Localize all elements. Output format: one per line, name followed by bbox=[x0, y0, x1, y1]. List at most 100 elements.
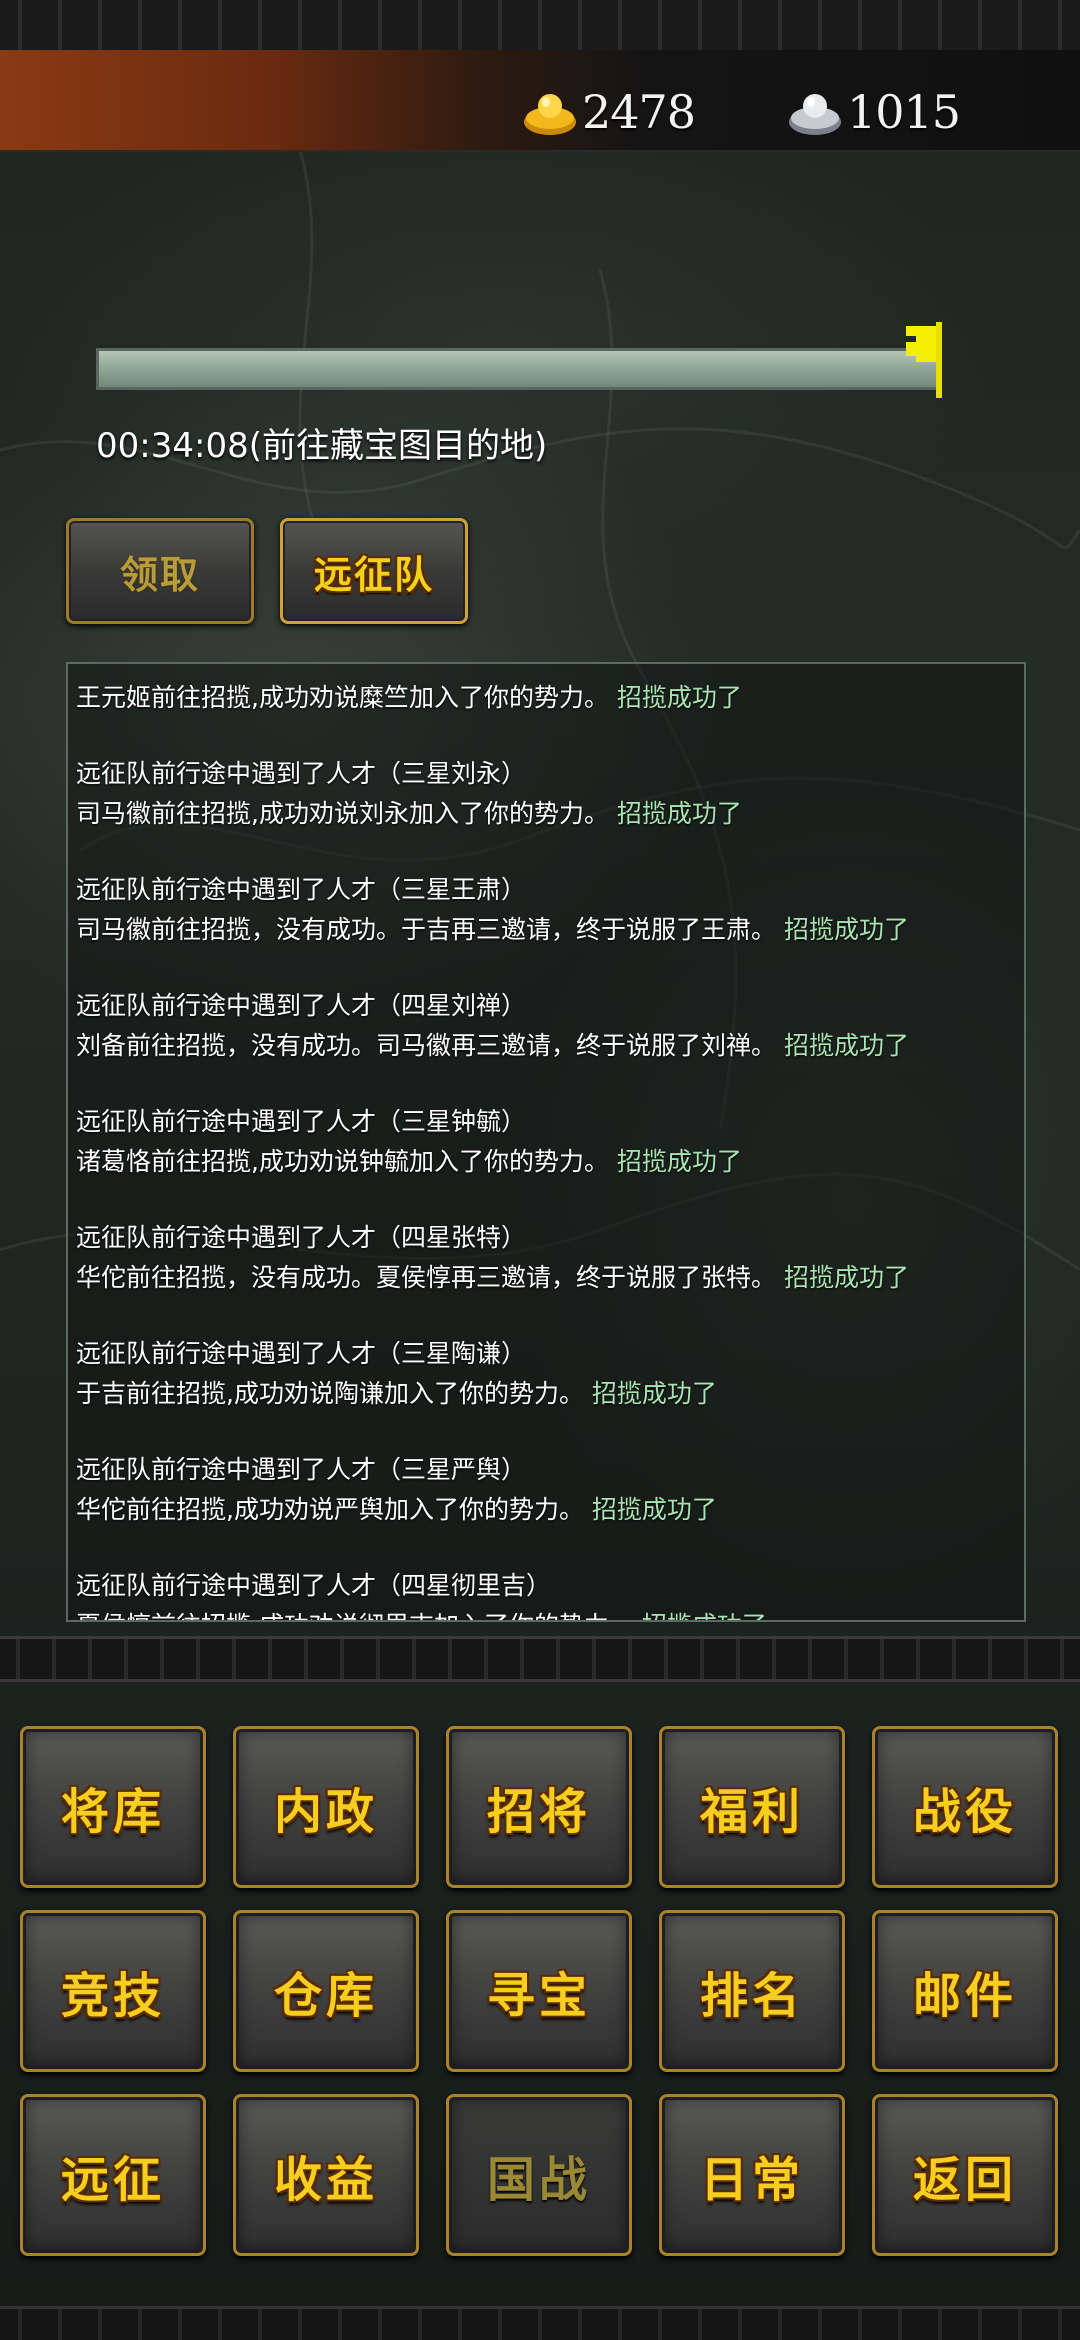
gold-ingot-icon bbox=[524, 94, 576, 135]
log-line-text: 远征队前行途中遇到了人才（四星刘禅） bbox=[76, 991, 527, 1020]
menu-treasure-hunt-button[interactable]: 寻宝 bbox=[446, 1910, 632, 2072]
menu-internal-affairs-button[interactable]: 内政 bbox=[233, 1726, 419, 1888]
log-line-status: 招揽成功了 bbox=[783, 1031, 909, 1060]
log-line: 远征队前行途中遇到了人才（三星钟毓） bbox=[76, 1102, 1024, 1142]
log-line-text: 司马徽前往招揽，没有成功。于吉再三邀请，终于说服了王肃。 bbox=[76, 915, 777, 944]
log-line-text: 于吉前往招揽,成功劝说陶谦加入了你的势力。 bbox=[76, 1379, 584, 1408]
log-line: 司马徽前往招揽，没有成功。于吉再三邀请，终于说服了王肃。 招揽成功了 bbox=[76, 910, 1024, 950]
expedition-progress-bar bbox=[96, 348, 940, 390]
menu-campaign-button[interactable]: 战役 bbox=[872, 1726, 1058, 1888]
log-line-text: 华佗前往招揽，没有成功。夏侯惇再三邀请，终于说服了张特。 bbox=[76, 1263, 777, 1292]
menu-generals-button[interactable]: 将库 bbox=[20, 1726, 206, 1888]
menu-button-label: 内政 bbox=[273, 1784, 378, 1840]
log-line-status: 招揽成功了 bbox=[616, 799, 742, 828]
log-line-text: 夏侯惇前往招揽,成功劝说彻里吉加入了你的势力。 bbox=[76, 1611, 634, 1620]
log-line-text: 华佗前往招揽,成功劝说严舆加入了你的势力。 bbox=[76, 1495, 584, 1524]
log-entry: 远征队前行途中遇到了人才（三星钟毓） 诸葛恪前往招揽,成功劝说钟毓加入了你的势力。… bbox=[76, 1102, 1024, 1182]
log-line-status: 招揽成功了 bbox=[783, 1263, 909, 1292]
silver-amount: 1015 bbox=[847, 85, 961, 139]
log-line-text: 远征队前行途中遇到了人才（四星张特） bbox=[76, 1223, 527, 1252]
log-entry: 远征队前行途中遇到了人才（四星彻里吉） 夏侯惇前往招揽,成功劝说彻里吉加入了你的势… bbox=[76, 1566, 1024, 1620]
log-entry: 远征队前行途中遇到了人才（四星张特） 华佗前往招揽，没有成功。夏侯惇再三邀请，终于… bbox=[76, 1218, 1024, 1298]
expedition-timer-text: 00:34:08(前往藏宝图目的地) bbox=[96, 426, 548, 466]
log-entry: 远征队前行途中遇到了人才（三星严舆） 华佗前往招揽,成功劝说严舆加入了你的势力。 … bbox=[76, 1450, 1024, 1530]
silver-counter: 1015 bbox=[785, 80, 961, 144]
menu-button-label: 远征 bbox=[60, 2152, 165, 2208]
menu-button-label: 寻宝 bbox=[486, 1968, 591, 2024]
bottom-ornament-border bbox=[0, 2306, 1080, 2340]
menu-button-label: 邮件 bbox=[912, 1968, 1017, 2024]
menu-welfare-button[interactable]: 福利 bbox=[659, 1726, 845, 1888]
log-line-status: 招揽成功了 bbox=[616, 1147, 742, 1176]
menu-arena-button[interactable]: 竞技 bbox=[20, 1910, 206, 2072]
menu-button-label: 战役 bbox=[912, 1784, 1017, 1840]
menu-button-label: 日常 bbox=[699, 2152, 804, 2208]
menu-button-label: 竞技 bbox=[60, 1968, 165, 2024]
expedition-team-button-label: 远征队 bbox=[313, 552, 434, 597]
menu-button-label: 福利 bbox=[699, 1784, 804, 1840]
menu-button-label: 返回 bbox=[912, 2152, 1017, 2208]
log-line-text: 远征队前行途中遇到了人才（三星王肃） bbox=[76, 875, 527, 904]
log-line: 诸葛恪前往招揽,成功劝说钟毓加入了你的势力。 招揽成功了 bbox=[76, 1142, 1024, 1182]
log-line-status: 招揽成功了 bbox=[783, 915, 909, 944]
top-ornament-border bbox=[0, 0, 1080, 53]
menu-warehouse-button[interactable]: 仓库 bbox=[233, 1910, 419, 2072]
menu-divider-ornament bbox=[0, 1636, 1080, 1682]
menu-button-label: 将库 bbox=[60, 1784, 165, 1840]
log-entry: 远征队前行途中遇到了人才（四星刘禅） 刘备前往招揽，没有成功。司马徽再三邀请，终于… bbox=[76, 986, 1024, 1066]
log-line: 远征队前行途中遇到了人才（三星陶谦） bbox=[76, 1334, 1024, 1374]
menu-button-label: 国战 bbox=[486, 2152, 591, 2208]
menu-button-label: 收益 bbox=[273, 2152, 378, 2208]
log-line: 刘备前往招揽，没有成功。司马徽再三邀请，终于说服了刘禅。 招揽成功了 bbox=[76, 1026, 1024, 1066]
log-line-text: 司马徽前往招揽,成功劝说刘永加入了你的势力。 bbox=[76, 799, 609, 828]
log-entry: 远征队前行途中遇到了人才（三星刘永） 司马徽前往招揽,成功劝说刘永加入了你的势力。… bbox=[76, 754, 1024, 834]
log-line: 远征队前行途中遇到了人才（三星严舆） bbox=[76, 1450, 1024, 1490]
menu-expedition-button[interactable]: 远征 bbox=[20, 2094, 206, 2256]
gold-amount: 2478 bbox=[582, 85, 696, 139]
claim-button[interactable]: 领取 bbox=[66, 518, 254, 624]
log-line: 司马徽前往招揽,成功劝说刘永加入了你的势力。 招揽成功了 bbox=[76, 794, 1024, 834]
destination-flag-icon bbox=[906, 322, 942, 398]
log-line: 远征队前行途中遇到了人才（三星王肃） bbox=[76, 870, 1024, 910]
log-line: 远征队前行途中遇到了人才（四星刘禅） bbox=[76, 986, 1024, 1026]
menu-ranking-button[interactable]: 排名 bbox=[659, 1910, 845, 2072]
menu-back-button[interactable]: 返回 bbox=[872, 2094, 1058, 2256]
expedition-progress-fill bbox=[99, 351, 937, 387]
log-line-text: 远征队前行途中遇到了人才（四星彻里吉） bbox=[76, 1571, 552, 1600]
log-line-status: 招揽成功了 bbox=[591, 1379, 717, 1408]
menu-mail-button[interactable]: 邮件 bbox=[872, 1910, 1058, 2072]
log-line-status: 招揽成功了 bbox=[616, 683, 742, 712]
menu-income-button[interactable]: 收益 bbox=[233, 2094, 419, 2256]
log-entry: 远征队前行途中遇到了人才（三星陶谦） 于吉前往招揽,成功劝说陶谦加入了你的势力。 … bbox=[76, 1334, 1024, 1414]
log-line: 夏侯惇前往招揽,成功劝说彻里吉加入了你的势力。 招揽成功了 bbox=[76, 1606, 1024, 1620]
menu-daily-button[interactable]: 日常 bbox=[659, 2094, 845, 2256]
expedition-team-button[interactable]: 远征队 bbox=[280, 518, 468, 624]
claim-button-label: 领取 bbox=[119, 552, 200, 597]
game-screen: 2478 1015 00:34:08(前往藏宝图目的地) 领取 远征队 王元姬前… bbox=[0, 0, 1080, 2340]
log-line-text: 远征队前行途中遇到了人才（三星陶谦） bbox=[76, 1339, 527, 1368]
menu-nation-war-button[interactable]: 国战 bbox=[446, 2094, 632, 2256]
menu-button-label: 招将 bbox=[486, 1784, 591, 1840]
gold-counter: 2478 bbox=[520, 80, 696, 144]
menu-button-label: 仓库 bbox=[273, 1968, 378, 2024]
log-entry: 王元姬前往招揽,成功劝说糜竺加入了你的势力。 招揽成功了 bbox=[76, 678, 1024, 718]
log-line: 远征队前行途中遇到了人才（三星刘永） bbox=[76, 754, 1024, 794]
log-line: 华佗前往招揽，没有成功。夏侯惇再三邀请，终于说服了张特。 招揽成功了 bbox=[76, 1258, 1024, 1298]
log-line-text: 刘备前往招揽，没有成功。司马徽再三邀请，终于说服了刘禅。 bbox=[76, 1031, 777, 1060]
log-line: 远征队前行途中遇到了人才（四星张特） bbox=[76, 1218, 1024, 1258]
log-line: 于吉前往招揽,成功劝说陶谦加入了你的势力。 招揽成功了 bbox=[76, 1374, 1024, 1414]
silver-ingot-icon bbox=[789, 94, 841, 135]
log-line-status: 招揽成功了 bbox=[642, 1611, 767, 1620]
log-line: 远征队前行途中遇到了人才（四星彻里吉） bbox=[76, 1566, 1024, 1606]
log-line-status: 招揽成功了 bbox=[591, 1495, 717, 1524]
menu-button-label: 排名 bbox=[699, 1968, 804, 2024]
log-line: 华佗前往招揽,成功劝说严舆加入了你的势力。 招揽成功了 bbox=[76, 1490, 1024, 1530]
expedition-log-panel[interactable]: 王元姬前往招揽,成功劝说糜竺加入了你的势力。 招揽成功了远征队前行途中遇到了人才… bbox=[66, 662, 1026, 1622]
log-line-text: 远征队前行途中遇到了人才（三星严舆） bbox=[76, 1455, 527, 1484]
log-line-text: 诸葛恪前往招揽,成功劝说钟毓加入了你的势力。 bbox=[76, 1147, 609, 1176]
log-entry: 远征队前行途中遇到了人才（三星王肃） 司马徽前往招揽，没有成功。于吉再三邀请，终于… bbox=[76, 870, 1024, 950]
log-line-text: 远征队前行途中遇到了人才（三星刘永） bbox=[76, 759, 527, 788]
main-menu-grid: 将库 内政 招将 福利 战役竞技 仓库 寻宝 排名 邮件远征 收益 国战 日常 返回 bbox=[20, 1726, 1060, 2256]
menu-recruit-button[interactable]: 招将 bbox=[446, 1726, 632, 1888]
log-line-text: 远征队前行途中遇到了人才（三星钟毓） bbox=[76, 1107, 527, 1136]
